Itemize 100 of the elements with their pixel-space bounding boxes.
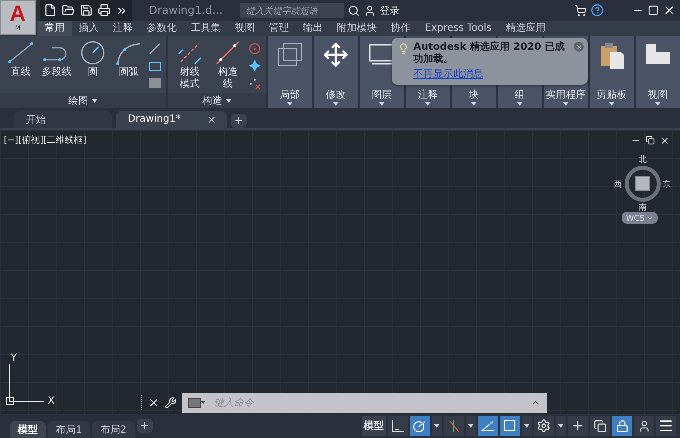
caret-icon (646, 214, 654, 222)
new-layout-button[interactable]: + (136, 419, 153, 433)
layout-tab[interactable]: 布局1 (48, 421, 90, 438)
model-space-button[interactable]: 模型 (362, 416, 386, 436)
angle-icon[interactable] (481, 419, 495, 433)
caret-icon[interactable] (287, 102, 293, 106)
ribbon-tab[interactable]: 输出 (296, 21, 330, 36)
close-icon[interactable] (206, 114, 217, 124)
document-tab[interactable]: Drawing1* (116, 111, 227, 128)
user-icon (364, 4, 376, 16)
snap-icon[interactable] (413, 419, 427, 433)
move-icon (323, 42, 349, 68)
points-icon[interactable] (248, 76, 262, 90)
clipboard-icon (599, 42, 625, 70)
search-field[interactable]: 键入关键字或短语 (240, 3, 344, 18)
overlapping-squares-icon (276, 42, 304, 68)
caret-icon[interactable] (609, 102, 615, 106)
wrench-icon (165, 397, 177, 409)
hatch-icon[interactable] (148, 76, 162, 90)
panel-title[interactable]: 构造 (202, 94, 222, 108)
ribbon-tab[interactable]: 管理 (262, 21, 296, 36)
close-icon (660, 136, 670, 146)
restore-icon (646, 136, 655, 145)
line-icon (6, 40, 36, 66)
caret-icon[interactable] (563, 102, 569, 106)
help-icon (591, 4, 604, 17)
tool-button[interactable]: 射线模式 (179, 67, 201, 91)
cart-icon (575, 4, 587, 16)
compass-label: 东 (663, 179, 671, 190)
caret-icon[interactable] (379, 102, 385, 106)
axis-label: Y (11, 353, 18, 364)
window-title: Drawing1.d... (148, 4, 224, 17)
ribbon-panel-button[interactable]: 剪贴板 (590, 36, 634, 108)
caret-icon[interactable] (517, 102, 523, 106)
caret-icon[interactable] (92, 98, 98, 102)
document-tab[interactable]: 开始 (14, 111, 112, 128)
caret-icon[interactable] (425, 102, 431, 106)
viewport-label[interactable]: [−][俯视][二维线框] (4, 134, 87, 147)
isometric-icon[interactable] (447, 419, 461, 433)
ribbon-tab[interactable]: 精选应用 (498, 21, 553, 36)
caret-icon[interactable] (226, 98, 232, 102)
tool-button[interactable]: 圆 (88, 67, 98, 79)
ribbon-panel-button[interactable]: 局部 (268, 36, 312, 108)
caret-icon[interactable] (524, 424, 530, 428)
caret-icon[interactable] (558, 424, 564, 428)
plus-icon (571, 419, 585, 433)
caret-icon[interactable] (655, 102, 661, 106)
ribbon-tab[interactable]: 常用 (38, 21, 72, 36)
close-icon (576, 44, 582, 50)
sign-in-link[interactable]: 登录 (380, 4, 400, 18)
tool-button[interactable]: 多段线 (42, 67, 72, 79)
tool-button[interactable]: 构造线 (217, 67, 239, 91)
command-input-field[interactable]: 键入命令 (212, 396, 525, 410)
settings-icon (537, 419, 551, 433)
print-icon (98, 4, 111, 17)
panel-title[interactable]: 绘图 (68, 94, 88, 108)
ribbon-tab[interactable]: 参数化 (140, 21, 184, 36)
ucs-axis-icon (6, 362, 46, 406)
ribbon-panel-button[interactable]: 视图 (636, 36, 680, 108)
point-circle-icon[interactable] (248, 42, 262, 56)
command-line-field[interactable]: 键入命令 (182, 393, 547, 413)
l-shape-icon (644, 42, 672, 66)
tool-button[interactable]: 直线 (11, 67, 31, 79)
tool-button[interactable]: 圆弧 (119, 67, 139, 79)
caret-icon[interactable] (468, 424, 474, 428)
caret-icon[interactable] (471, 102, 477, 106)
caret-icon[interactable] (434, 424, 440, 428)
ribbon-panel-button[interactable]: 修改 (314, 36, 358, 108)
grid-icon[interactable] (391, 419, 405, 433)
square-snap-icon[interactable] (503, 419, 517, 433)
ribbon-tab[interactable]: 注释 (106, 21, 140, 36)
open-folder-icon (62, 4, 75, 17)
layout-tab[interactable]: 模型 (10, 421, 46, 438)
close-button[interactable] (574, 42, 584, 52)
lock-icon (616, 420, 628, 432)
axis-label: X (48, 396, 55, 407)
command-history-icon[interactable] (188, 398, 206, 408)
viewcube-drawing[interactable] (623, 164, 663, 204)
grip-handle-icon[interactable] (140, 395, 143, 411)
ribbon-tab[interactable]: 工具集 (184, 21, 228, 36)
ribbon-tab[interactable]: 协作 (384, 21, 418, 36)
close-icon (663, 4, 676, 17)
compass-label: 西 (614, 179, 622, 190)
user-icon (638, 420, 650, 432)
close-icon (148, 397, 160, 409)
copy-icon (594, 420, 606, 432)
layout-tab[interactable]: 布局2 (92, 421, 135, 438)
menu-icon (658, 418, 674, 434)
caret-icon[interactable] (333, 102, 339, 106)
lightbulb-icon (398, 42, 410, 56)
line-icon[interactable] (148, 42, 162, 56)
compass-label: 北 (639, 154, 647, 165)
ribbon-tab[interactable]: 附加模块 (330, 21, 384, 36)
point-cloud-icon[interactable] (248, 59, 262, 73)
ribbon-tab[interactable]: 插入 (72, 21, 106, 36)
ribbon-tab[interactable]: 视图 (228, 21, 262, 36)
new-tab-button[interactable]: + (230, 114, 247, 128)
save-icon (80, 4, 93, 17)
ribbon-tab[interactable]: Express Tools (418, 21, 499, 36)
rectangle-icon[interactable] (148, 59, 162, 73)
